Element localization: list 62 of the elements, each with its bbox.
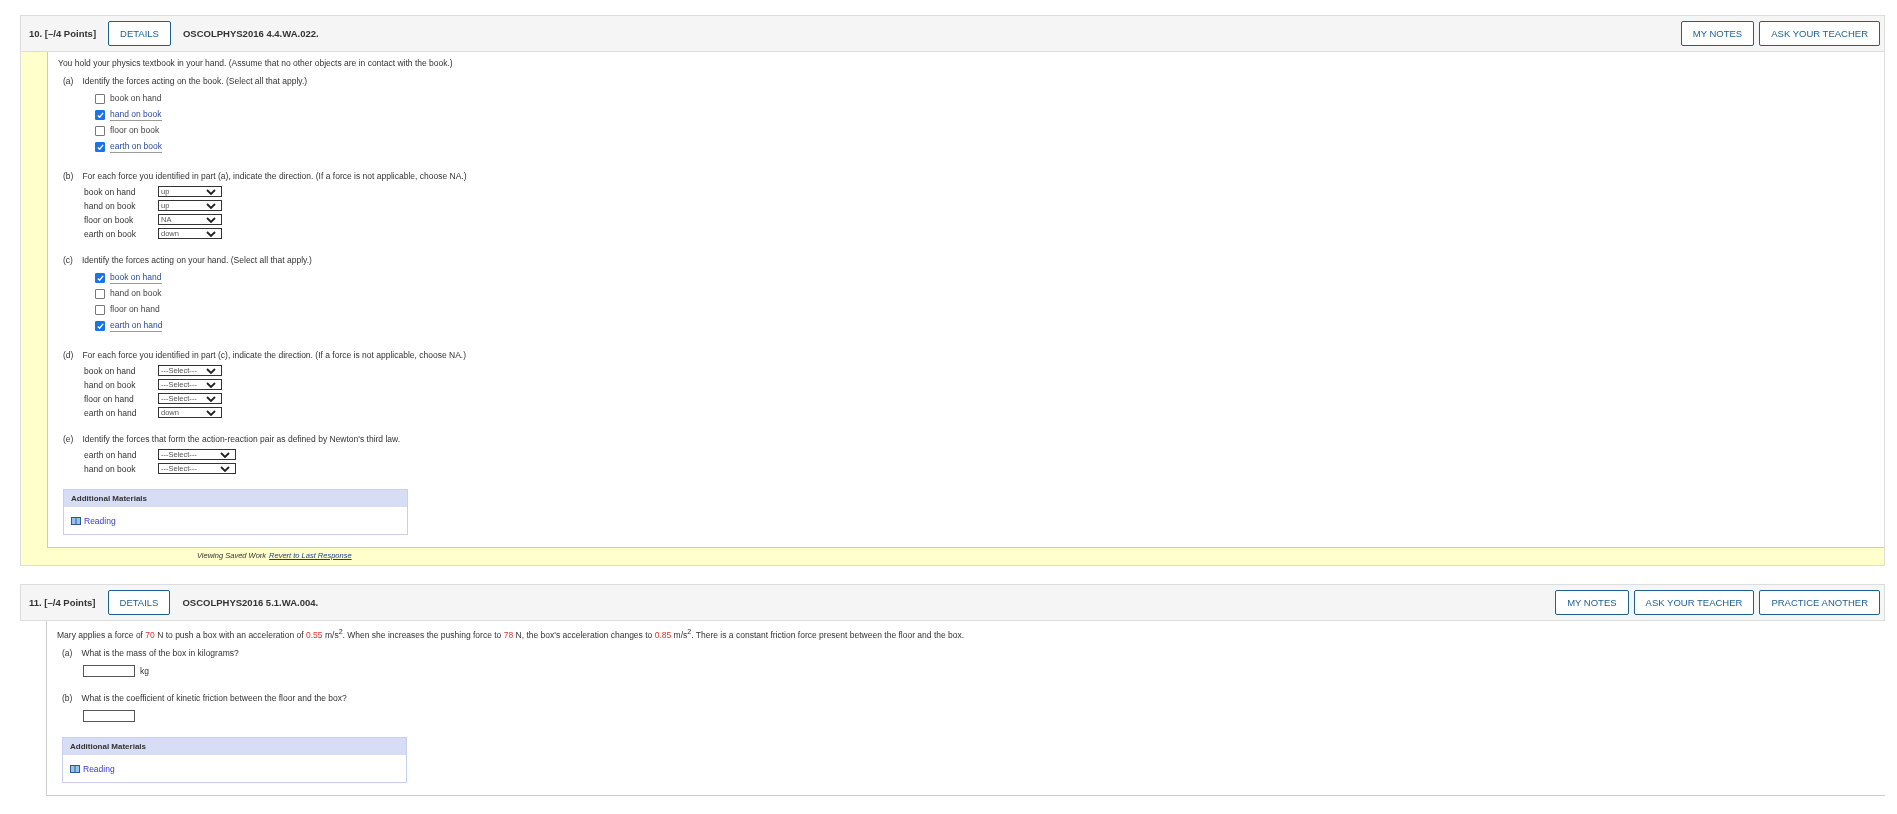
option-label: book on hand: [110, 272, 162, 284]
part-prompt: Identify the forces acting on the book. (Select all that apply.): [82, 75, 308, 87]
part-prompt: What is the coefficient of kinetic friction between the floor and the box?: [81, 691, 347, 704]
option-label: earth on hand: [110, 320, 163, 332]
question-number: 10. [–/4 Points]: [29, 28, 97, 39]
part-label: (a): [63, 75, 74, 87]
option-label: floor on book: [110, 125, 160, 137]
option-label: floor on hand: [110, 304, 160, 316]
header-button[interactable]: ASK YOUR TEACHER: [1759, 21, 1880, 46]
part-prompt: What is the mass of the box in kilograms?: [81, 646, 239, 659]
part-label: (b): [62, 691, 73, 704]
option-label: hand on book: [110, 109, 162, 121]
materials-title: Additional Materials: [63, 737, 406, 755]
details-button[interactable]: DETAILS: [107, 590, 171, 615]
part-label: (d): [63, 349, 74, 361]
force-label: hand on book: [84, 379, 136, 390]
force-label: floor on hand: [84, 393, 134, 404]
question-code: OSCOLPHYS2016 4.4.WA.022.: [182, 28, 319, 39]
book-icon: [71, 517, 81, 525]
checkbox[interactable]: [95, 289, 105, 299]
reading-link[interactable]: Reading: [84, 516, 116, 526]
header-button[interactable]: MY NOTES: [1555, 590, 1629, 615]
part-label: (a): [62, 646, 73, 659]
part-label: (e): [63, 433, 74, 445]
force-label: earth on hand: [84, 449, 137, 460]
materials-title: Additional Materials: [64, 490, 407, 507]
checkbox[interactable]: [95, 94, 105, 104]
header-button[interactable]: ASK YOUR TEACHER: [1633, 590, 1755, 615]
question-number: 11. [–/4 Points]: [29, 597, 96, 608]
question-text: You hold your physics textbook in your hand. (Assume that no other objects are in contact with the book.): [58, 57, 454, 69]
force-label: hand on book: [84, 463, 136, 474]
checkbox[interactable]: [95, 110, 105, 120]
checkbox[interactable]: [95, 273, 105, 283]
header-button[interactable]: PRACTICE ANOTHER: [1759, 590, 1880, 615]
unit-label: kg: [140, 665, 149, 676]
answer-field[interactable]: [83, 664, 135, 677]
checkbox[interactable]: [95, 142, 105, 152]
force-label: book on hand: [84, 186, 136, 197]
checkbox[interactable]: [95, 305, 105, 315]
reading-link[interactable]: Reading: [83, 763, 115, 774]
force-label: earth on book: [84, 228, 136, 239]
details-button[interactable]: DETAILS: [108, 21, 171, 46]
part-prompt: Identify the forces that form the action-reaction pair as defined by Newton's third law.: [82, 433, 401, 445]
force-label: earth on hand: [84, 407, 137, 418]
book-icon: [70, 764, 80, 773]
part-prompt: For each force you identified in part (a), indicate the direction. (If a force is not applicable, choose NA.): [82, 170, 467, 182]
option-label: book on hand: [110, 93, 162, 105]
option-label: hand on book: [110, 288, 162, 300]
header-button[interactable]: MY NOTES: [1680, 21, 1755, 46]
question-code: OSCOLPHYS2016 5.1.WA.004.: [182, 597, 319, 608]
option-label: earth on book: [110, 141, 162, 153]
checkbox[interactable]: [95, 321, 105, 331]
force-label: book on hand: [84, 365, 136, 376]
answer-field[interactable]: [83, 709, 135, 722]
part-label: (c): [63, 254, 73, 266]
checkbox[interactable]: [95, 126, 105, 136]
force-label: floor on book: [84, 214, 134, 225]
part-prompt: Identify the forces acting on your hand. (Select all that apply.): [81, 254, 312, 266]
question-text: Mary applies a force of 70 N to push a box with an acceleration of 0.55 m/s$^{2}$. When she increases the pushing force to 78 N, the box's acceleration changes to 0.85 m/s$^{2}$. There is a constant friction force present between the floor and the box.: [57, 627, 966, 641]
part-prompt: For each force you identified in part (c), indicate the direction. (If a force is not applicable, choose NA.): [82, 349, 467, 361]
part-label: (b): [63, 170, 74, 182]
force-label: hand on book: [84, 200, 136, 211]
